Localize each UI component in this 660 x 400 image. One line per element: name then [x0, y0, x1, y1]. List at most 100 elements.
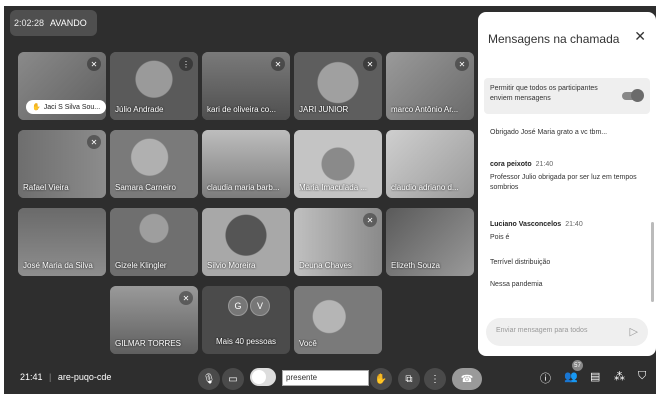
participant-name: Júlio Andrade [115, 105, 164, 114]
chat-message-text: Professor Julio obrigada por ser luz em … [490, 174, 637, 191]
chat-message: Obrigado José Maria grato a vc tbm... [490, 128, 646, 138]
chat-permission-label: Permitir que todos os participantes envi… [490, 85, 598, 102]
chat-icon[interactable]: ▤ [590, 370, 600, 383]
participant-name: Rafael Vieira [23, 183, 69, 192]
speaking-icon: ⋮ [179, 57, 193, 71]
chat-input[interactable]: Enviar mensagem para todos ▷ [486, 318, 648, 346]
presente-text-field[interactable]: presente [282, 370, 369, 386]
mic-off-icon: ✕ [179, 291, 193, 305]
participant-tile[interactable]: ✕ marco Antônio Ar... [386, 52, 474, 120]
participant-tile[interactable]: ✕ kari de oliveira co... [202, 52, 290, 120]
participant-name: Jaci S Silva Sou... [43, 103, 101, 111]
participant-tile[interactable]: ⋮ Júlio Andrade [110, 52, 198, 120]
mic-off-icon: ✕ [455, 57, 469, 71]
participant-grid: ✕ ✋ Jaci S Silva Sou... ⋮ Júlio Andrade ✕… [18, 52, 478, 382]
participant-tile[interactable]: Gizele Klingler [110, 208, 198, 276]
participant-tile[interactable]: ✕ GILMAR TORRES [110, 286, 198, 354]
participant-name: kari de oliveira co... [207, 105, 276, 114]
toggle-switch[interactable] [250, 368, 276, 386]
more-participants-tile[interactable]: G V Mais 40 pessoas [202, 286, 290, 354]
chat-panel: Mensagens na chamada ✕ Permitir que todo… [478, 12, 656, 356]
participant-tile[interactable]: José Maria da Silva [18, 208, 106, 276]
more-options-button[interactable]: ⋮ [424, 368, 446, 390]
meeting-window: 2:02:28 AVANDO ✕ ✋ Jaci S Silva Sou... ⋮ … [4, 6, 656, 394]
participant-name: marco Antônio Ar... [391, 105, 459, 114]
participant-tile[interactable]: claudio adriano d... [386, 130, 474, 198]
chat-message: Terrível distribuição [490, 258, 646, 268]
participant-name: GILMAR TORRES [115, 339, 181, 348]
participant-tile[interactable]: ✕ JARI JUNIOR [294, 52, 382, 120]
clock: 21:41 [20, 372, 43, 382]
participant-name: claudio adriano d... [391, 183, 459, 192]
close-icon[interactable]: ✕ [634, 28, 646, 45]
mic-off-icon: ✕ [87, 135, 101, 149]
chat-sender: cora peixoto 21:40 [490, 160, 646, 170]
participant-tile[interactable]: Maria Imaculada ... [294, 130, 382, 198]
participant-tile[interactable]: Samara Carneiro [110, 130, 198, 198]
participant-tile[interactable]: ✕ Deuna Chaves [294, 208, 382, 276]
leave-call-button[interactable]: ☎ [452, 368, 482, 390]
recording-label: AVANDO [50, 18, 87, 28]
activities-icon[interactable]: ⁂ [614, 370, 625, 383]
self-view-tile[interactable]: Você [294, 286, 382, 354]
present-screen-button[interactable]: ⧉ [398, 368, 420, 390]
mic-off-icon: ✕ [363, 57, 377, 71]
toggle-knob [631, 89, 644, 102]
participant-name: Deuna Chaves [299, 261, 352, 270]
participant-tile[interactable]: ✕ Rafael Vieira [18, 130, 106, 198]
recording-time: 2:02:28 [14, 18, 45, 28]
avatar: G [228, 296, 248, 316]
mic-off-icon: ✕ [363, 213, 377, 227]
people-count-badge: 57 [572, 360, 583, 371]
camera-button[interactable]: ▭ [222, 368, 244, 390]
chat-sender-name: Luciano Vasconcelos [490, 221, 562, 228]
chat-sender: Luciano Vasconcelos 21:40 [490, 220, 646, 230]
hand-icon: ✋ [32, 104, 41, 111]
phone-end-icon: ☎ [460, 373, 474, 385]
raise-hand-button[interactable]: ✋ [370, 368, 392, 390]
participant-name: Você [299, 339, 317, 348]
info-icon[interactable]: ⓘ [540, 370, 551, 386]
participant-tile[interactable]: ✕ ✋ Jaci S Silva Sou... [18, 52, 106, 120]
participant-name: Maria Imaculada ... [299, 183, 368, 192]
participant-name: Silvio Moreira [207, 261, 256, 270]
chat-message: Luciano Vasconcelos 21:40 Pois é [490, 220, 646, 243]
chat-message: Nessa pandemia [490, 280, 646, 290]
participant-tile[interactable]: claudia maria barb... [202, 130, 290, 198]
participant-name: Elizeth Souza [391, 261, 440, 270]
recording-indicator: 2:02:28 AVANDO [10, 10, 97, 36]
chat-message: cora peixoto 21:40 Professor Julio obriga… [490, 160, 646, 193]
participant-name-pill: ✋ Jaci S Silva Sou... [26, 100, 106, 114]
chat-sender-name: cora peixoto [490, 161, 532, 168]
chat-permission-toggle[interactable] [622, 89, 644, 102]
more-participants-label: Mais 40 pessoas [215, 337, 277, 346]
mic-off-icon: ✕ [87, 57, 101, 71]
send-icon[interactable]: ▷ [630, 325, 638, 338]
host-controls-icon[interactable]: ⛉ [638, 370, 646, 383]
chat-permission-row: Permitir que todos os participantes envi… [484, 78, 650, 114]
toggle-knob [252, 370, 266, 384]
meeting-info: 21:41 | are-puqo-cde [20, 372, 111, 382]
chat-panel-title: Mensagens na chamada [488, 32, 620, 46]
meeting-toolbar: 21:41 | are-puqo-cde 🎙 ▭ presente ✋ ⧉ ⋮ … [4, 360, 656, 394]
chat-scrollbar[interactable] [651, 222, 654, 302]
chat-time: 21:40 [565, 221, 583, 228]
participant-name: JARI JUNIOR [299, 105, 349, 114]
people-icon[interactable]: 👥 [564, 370, 578, 383]
chat-message-text: Obrigado José Maria grato a vc tbm... [490, 129, 608, 136]
more-vert-icon: ⋮ [430, 373, 440, 385]
participant-tile[interactable]: Elizeth Souza [386, 208, 474, 276]
microphone-button[interactable]: 🎙 [198, 368, 220, 390]
separator: | [49, 372, 52, 382]
chat-time: 21:40 [535, 161, 554, 168]
participant-name: Gizele Klingler [115, 261, 167, 270]
participant-tile[interactable]: Silvio Moreira [202, 208, 290, 276]
chat-message-text: Terrível distribuição [490, 259, 551, 266]
avatar-group: G V [228, 296, 270, 316]
participant-name: Samara Carneiro [115, 183, 176, 192]
microphone-icon: 🎙 [202, 373, 216, 385]
camera-icon: ▭ [228, 373, 238, 385]
chat-message-text: Nessa pandemia [490, 281, 543, 288]
participant-name: claudia maria barb... [207, 183, 280, 192]
present-icon: ⧉ [405, 373, 413, 385]
